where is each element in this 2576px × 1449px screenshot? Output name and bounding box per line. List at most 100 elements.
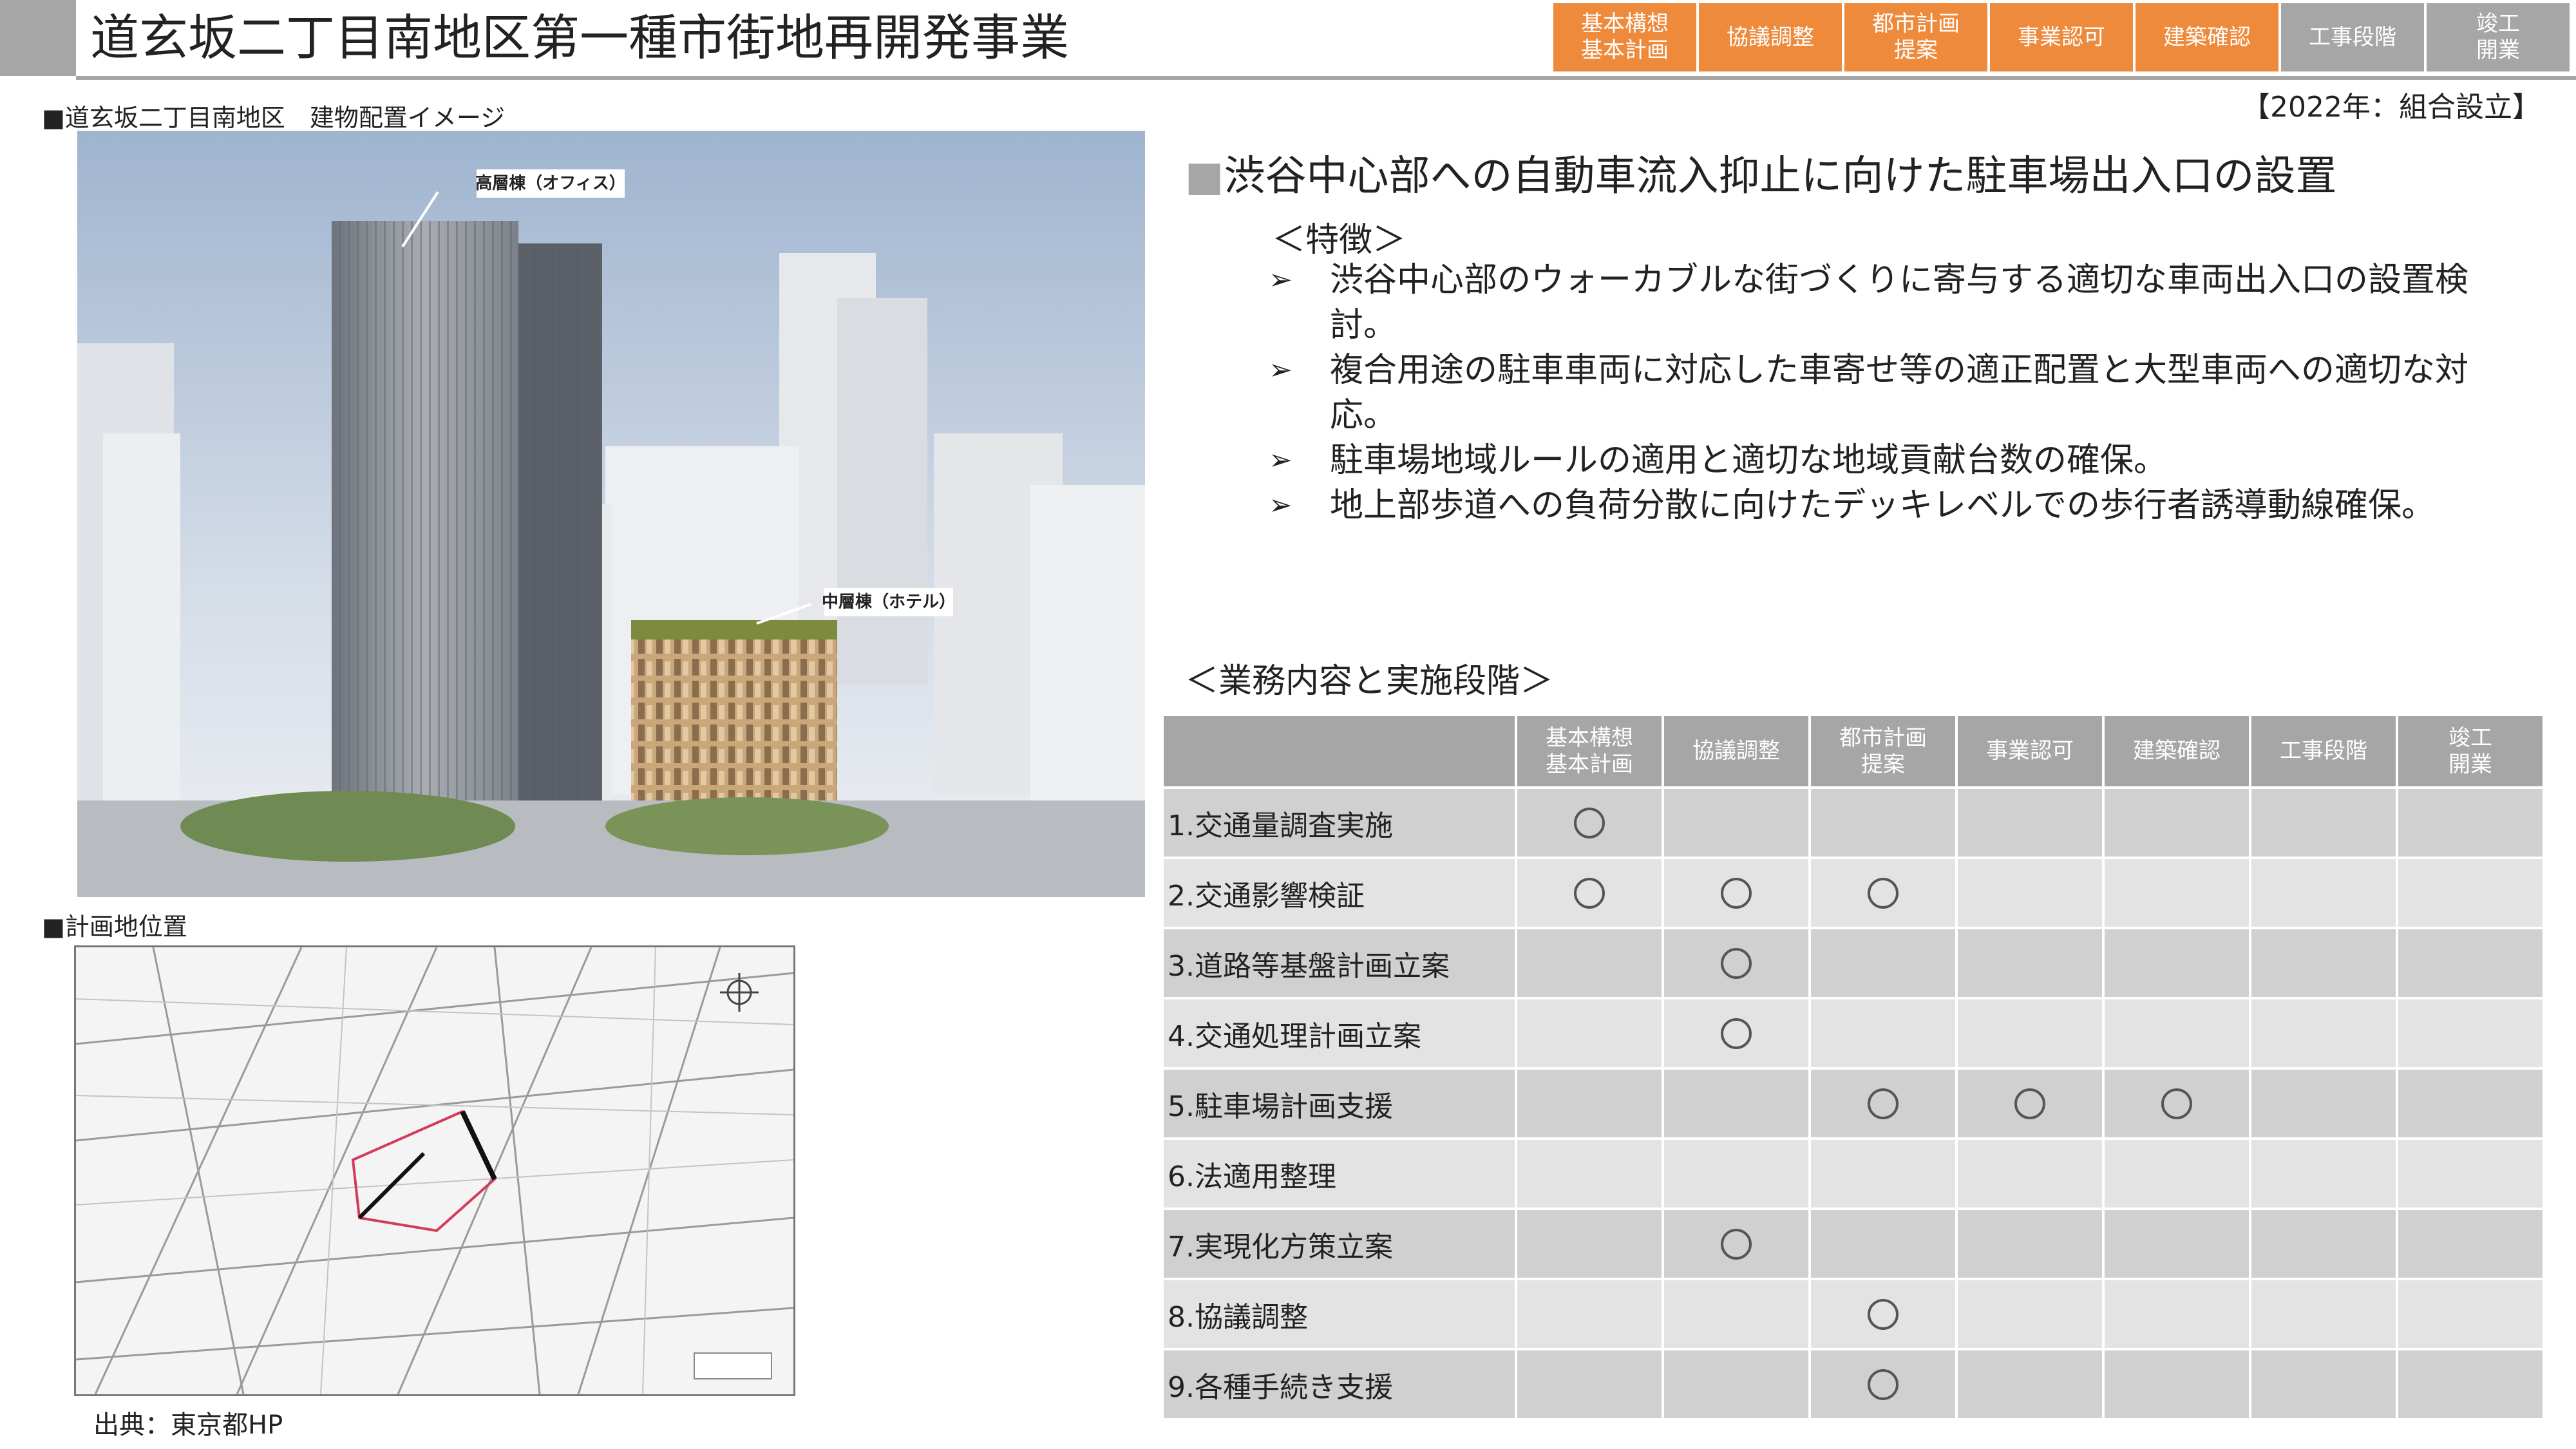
source-note: 出典：東京都HP [93,1410,283,1440]
task-label: 2.交通影響検証 [1164,858,1517,929]
heading-square-mark: ■ [1185,153,1224,200]
table-header-cell: 基本構想 基本計画 [1516,716,1664,789]
stage-cell [1810,998,1958,1070]
feature-text: 地上部歩道への負荷分散に向けたデッキレベルでの歩行者誘導動線確保。 [1330,486,2436,525]
circle-mark-icon [2161,1088,2192,1119]
stage-cell [2103,858,2251,929]
stage-cell [1516,1139,1664,1210]
stage-cell [1516,858,1664,929]
header-divider [76,76,2576,80]
stage-cell [1516,998,1664,1070]
stage-cell [2397,1139,2545,1210]
task-label: 3.道路等基盤計画立案 [1164,928,1517,999]
stage-cell [1663,1068,1811,1140]
feature-item: ➢ 駐車場地域ルールの適用と適切な地域貢献台数の確保。 [1269,438,2505,483]
stage-cell [1663,998,1811,1070]
stage-cell [1663,1139,1811,1210]
stage-box-4: 事業認可 [1990,3,2133,71]
task-label: 1.交通量調査実施 [1164,788,1517,859]
stage-cell [1516,1068,1664,1140]
mid-rise-label: 中層棟（ホテル） [822,592,956,612]
stage-box-3: 都市計画 提案 [1844,3,1987,71]
stage-cell [2397,1068,2545,1140]
page-title: 道玄坂二丁目南地区第一種市街地再開発事業 [90,9,1069,66]
table-header-cell: 都市計画 提案 [1810,716,1958,789]
stage-cell [2103,788,2251,859]
stage-cell [2250,998,2398,1070]
stage-cell [1663,858,1811,929]
bullet-arrow-icon: ➢ [1269,444,1293,477]
stage-cell [1663,928,1811,999]
stage-cell [2250,928,2398,999]
stage-cell [1956,1209,2105,1280]
header-accent-block [0,0,76,76]
circle-mark-icon [1574,877,1605,909]
stage-cell [2250,1349,2398,1421]
stage-cell [1956,1068,2105,1140]
circle-mark-icon [1721,1018,1752,1049]
table-header-cell: 工事段階 [2250,716,2398,789]
stage-box-5: 建築確認 [2136,3,2278,71]
bullet-arrow-icon: ➢ [1269,354,1293,386]
table-row: 1.交通量調査実施 [1164,788,2545,859]
stage-box-7: 竣工 開業 [2427,3,2570,71]
stage-cell [1956,1349,2105,1421]
table-header-label: 竣工 開業 [2448,724,2492,777]
stage-cell [2397,1209,2545,1280]
stage-cell [1516,788,1664,859]
stage-label: 事業認可 [2018,24,2105,50]
feature-text: 渋谷中心部のウォーカブルな街づくりに寄与する適切な車両出入口の設置検討。 [1330,261,2469,345]
stage-cell [1810,858,1958,929]
stage-cell [2103,998,2251,1070]
stage-cell [1956,1139,2105,1210]
building-rendering-image: 高層棟（オフィス） 中層棟（ホテル） [77,131,1145,897]
stage-cell [2397,1279,2545,1350]
task-label: 8.協議調整 [1164,1279,1517,1350]
stage-label: 都市計画 提案 [1872,11,1960,63]
task-label: 7.実現化方策立案 [1164,1209,1517,1280]
feature-item: ➢ 渋谷中心部のウォーカブルな街づくりに寄与する適切な車両出入口の設置検討。 [1269,258,2505,348]
stage-cell [1810,1068,1958,1140]
table-row: 5.駐車場計画支援 [1164,1068,2545,1140]
stage-cell [1663,788,1811,859]
main-heading-text: 渋谷中心部への自動車流入抑止に向けた駐車場出入口の設置 [1224,153,2337,200]
stage-cell [2397,788,2545,859]
stage-cell [1810,1279,1958,1350]
task-label: 5.駐車場計画支援 [1164,1068,1517,1140]
bullet-arrow-icon: ➢ [1269,263,1293,296]
circle-mark-icon [1574,807,1605,838]
table-header-cell: 建築確認 [2103,716,2251,789]
stage-cell [1956,858,2105,929]
stage-box-6: 工事段階 [2281,3,2424,71]
business-title: ＜業務内容と実施段階＞ [1185,662,1554,701]
circle-mark-icon [1868,1368,1899,1400]
feature-list: ➢ 渋谷中心部のウォーカブルな街づくりに寄与する適切な車両出入口の設置検討。 ➢ 複合… [1269,258,2505,528]
site-map-svg [76,947,793,1394]
table-row: 7.実現化方策立案 [1164,1209,2545,1280]
table-row: 8.協議調整 [1164,1279,2545,1350]
feature-text: 複合用途の駐車車両に対応した車寄せ等の適正配置と大型車両への適切な対応。 [1330,351,2469,435]
table-row: 2.交通影響検証 [1164,858,2545,929]
stage-cell [2103,1279,2251,1350]
stage-cell [1810,1139,1958,1210]
building-rendering-svg: 高層棟（オフィス） 中層棟（ホテル） [77,131,1145,897]
stage-cell [2250,1279,2398,1350]
bullet-arrow-icon: ➢ [1269,489,1293,522]
stage-cell [1956,998,2105,1070]
table-header-label: 建築確認 [2133,738,2221,764]
stage-progress-bar: 基本構想 基本計画 協議調整 都市計画 提案 事業認可 建築確認 工事段階 竣工 開業 [1553,3,2572,71]
stage-label: 工事段階 [2309,24,2396,50]
circle-mark-icon [1868,1088,1899,1119]
stage-label: 基本構想 基本計画 [1581,11,1669,63]
table-header-label: 協議調整 [1692,738,1780,764]
stage-cell [2397,858,2545,929]
main-heading: ■渋谷中心部への自動車流入抑止に向けた駐車場出入口の設置 [1185,143,2336,202]
stage-cell [1810,1209,1958,1280]
stage-box-1: 基本構想 基本計画 [1553,3,1696,71]
stage-cell [1663,1209,1811,1280]
table-header-label: 工事段階 [2280,738,2367,764]
stage-cell [2250,1068,2398,1140]
table-header-cell: 事業認可 [1956,716,2105,789]
stage-label: 協議調整 [1727,24,1814,50]
stage-cell [2397,998,2545,1070]
